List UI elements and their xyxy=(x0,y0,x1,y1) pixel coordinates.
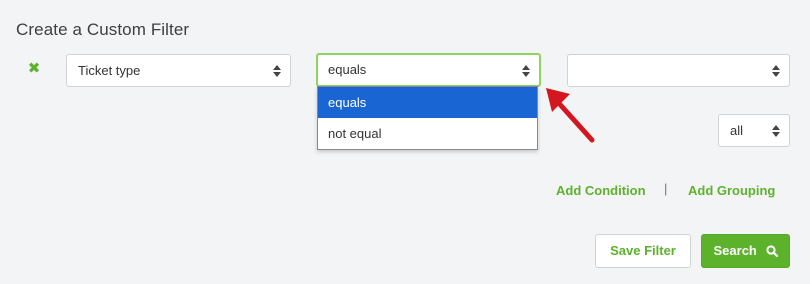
page-title: Create a Custom Filter xyxy=(16,20,190,39)
match-select-value: all xyxy=(730,123,744,138)
add-grouping-link[interactable]: Add Grouping xyxy=(688,183,775,198)
custom-filter-panel: Create a Custom Filter ✖ Ticket type equ… xyxy=(0,0,810,284)
annotation-arrow-icon xyxy=(546,88,595,143)
select-arrows-icon xyxy=(273,65,281,77)
save-filter-label: Save Filter xyxy=(610,243,676,258)
search-icon xyxy=(765,244,778,257)
search-button[interactable]: Search xyxy=(701,234,790,268)
operator-option-equals[interactable]: equals xyxy=(318,87,537,118)
field-select[interactable]: Ticket type xyxy=(66,54,291,87)
match-select[interactable]: all xyxy=(718,114,790,147)
operator-dropdown-list: equals not equal xyxy=(317,86,538,150)
select-arrows-icon xyxy=(772,125,780,137)
operator-select-value: equals xyxy=(328,62,367,77)
select-arrows-icon xyxy=(522,65,530,77)
operator-select[interactable]: equals xyxy=(316,53,541,87)
save-filter-button[interactable]: Save Filter xyxy=(595,234,691,268)
select-arrows-icon xyxy=(772,65,780,77)
add-condition-link[interactable]: Add Condition xyxy=(556,183,646,198)
link-separator: | xyxy=(664,181,668,196)
operator-option-not-equal[interactable]: not equal xyxy=(318,118,537,149)
remove-condition-icon[interactable]: ✖ xyxy=(27,61,41,76)
search-label: Search xyxy=(713,243,757,258)
field-select-value: Ticket type xyxy=(78,63,141,78)
